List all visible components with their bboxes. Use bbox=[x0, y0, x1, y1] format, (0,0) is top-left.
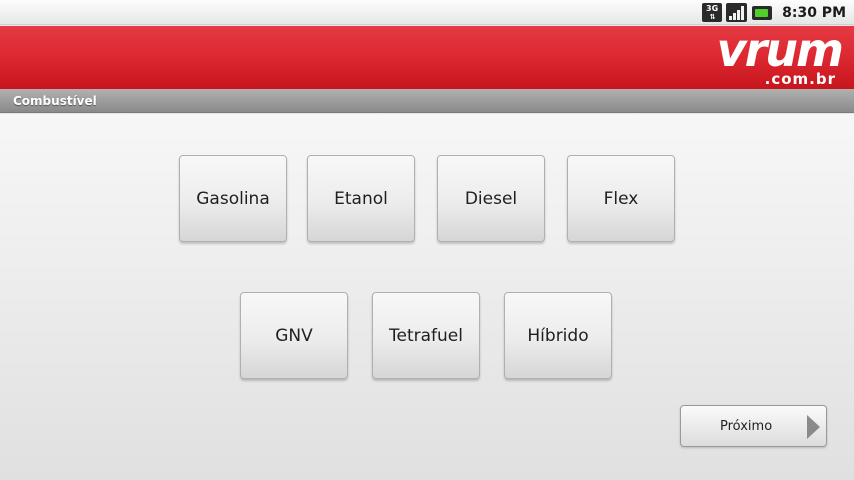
battery-icon bbox=[752, 5, 773, 20]
fuel-button-gnv[interactable]: GNV bbox=[240, 292, 348, 379]
next-button[interactable]: Próximo bbox=[680, 405, 827, 447]
clock: 8:30 PM bbox=[782, 4, 846, 21]
logo-wordmark: vrum bbox=[716, 23, 844, 77]
fuel-selection-panel: Gasolina Etanol Diesel Flex GNV Tetrafue… bbox=[0, 114, 854, 480]
status-icons: 3G ⇅ 8:30 PM bbox=[702, 2, 846, 23]
next-button-label: Próximo bbox=[720, 419, 773, 434]
fuel-button-hibrido[interactable]: Híbrido bbox=[504, 292, 612, 379]
app-header: vrum .com.br bbox=[0, 26, 854, 89]
logo-domain: .com.br bbox=[764, 70, 836, 88]
fuel-button-gasolina[interactable]: Gasolina bbox=[179, 155, 287, 242]
title-bar: Combustível bbox=[0, 89, 854, 113]
fuel-button-etanol[interactable]: Etanol bbox=[307, 155, 415, 242]
vrum-logo: vrum .com.br bbox=[692, 23, 844, 88]
fuel-button-flex[interactable]: Flex bbox=[567, 155, 675, 242]
signal-icon bbox=[726, 3, 748, 22]
page-title: Combustível bbox=[13, 94, 97, 108]
fuel-button-tetrafuel[interactable]: Tetrafuel bbox=[372, 292, 480, 379]
3g-icon: 3G ⇅ bbox=[702, 3, 723, 22]
chevron-right-icon bbox=[807, 415, 820, 439]
fuel-button-diesel[interactable]: Diesel bbox=[437, 155, 545, 242]
status-bar: 3G ⇅ 8:30 PM bbox=[0, 0, 854, 25]
